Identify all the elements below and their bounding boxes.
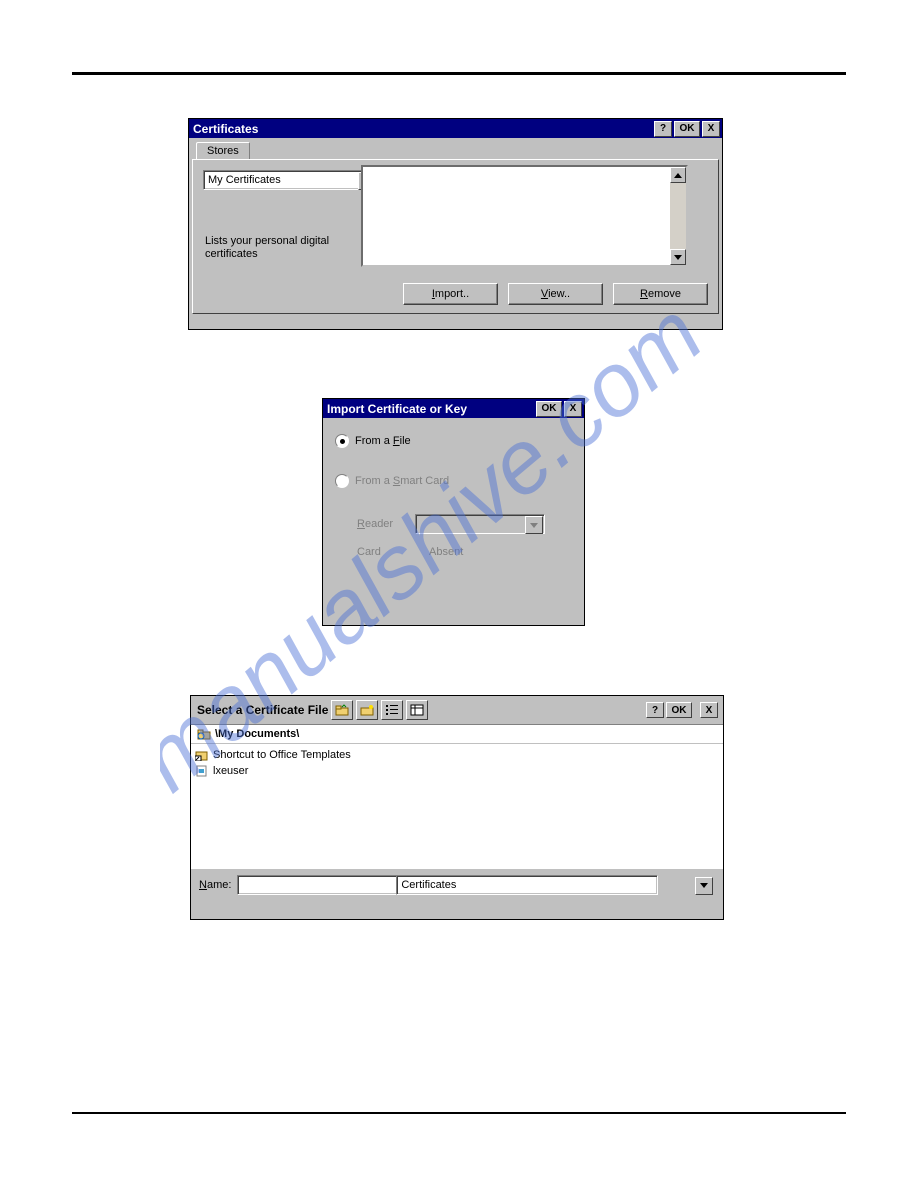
radio-label: From a Smart Card — [355, 475, 449, 487]
reader-row: Reader — [357, 514, 572, 534]
close-button[interactable]: X — [700, 702, 718, 718]
title-text: Select a Certificate File — [197, 703, 328, 717]
reader-label: Reader — [357, 518, 403, 530]
titlebar: Certificates ? OK X — [189, 119, 722, 138]
folder-open-icon — [197, 728, 211, 740]
folder-up-icon — [335, 704, 349, 716]
list-item[interactable]: Shortcut to Office Templates — [195, 747, 719, 763]
titlebar: Import Certificate or Key OK X — [323, 399, 584, 418]
scrollbar[interactable] — [670, 167, 686, 265]
card-status: Absent — [429, 546, 463, 558]
help-button[interactable]: ? — [646, 702, 664, 718]
title-text: Certificates — [193, 122, 258, 136]
ok-button[interactable]: OK — [674, 121, 700, 137]
folder-new-icon — [360, 704, 374, 716]
type-select[interactable] — [396, 875, 658, 895]
radio-from-file[interactable]: From a File — [335, 434, 572, 448]
list-view-button[interactable] — [381, 700, 403, 720]
ok-button[interactable]: OK — [666, 702, 692, 718]
radio-from-smartcard[interactable]: From a Smart Card — [335, 474, 572, 488]
radio-label: From a File — [355, 435, 411, 447]
store-description: Lists your personal digital certificates — [205, 235, 345, 261]
new-folder-button[interactable] — [356, 700, 378, 720]
ok-button[interactable]: OK — [536, 401, 562, 417]
scroll-up-button[interactable] — [670, 167, 686, 183]
list-view-icon — [385, 704, 399, 716]
list-item[interactable]: lxeuser — [195, 763, 719, 779]
radio-icon — [335, 474, 349, 488]
shortcut-icon — [195, 749, 209, 761]
path-text: \My Documents\ — [215, 728, 299, 740]
header-rule — [72, 72, 846, 75]
view-button[interactable]: View.. — [508, 283, 603, 305]
title-text: Import Certificate or Key — [327, 402, 467, 416]
import-button[interactable]: Import.. — [403, 283, 498, 305]
details-view-icon — [410, 704, 424, 716]
card-label: Card — [357, 546, 403, 558]
radio-icon — [335, 434, 349, 448]
store-select[interactable] — [203, 170, 378, 190]
certificates-dialog: Certificates ? OK X Stores Lists your pe… — [188, 118, 723, 330]
footer-rule — [72, 1112, 846, 1114]
remove-button[interactable]: Remove — [613, 283, 708, 305]
file-name: Shortcut to Office Templates — [213, 749, 351, 761]
close-button[interactable]: X — [702, 121, 720, 137]
reader-select — [415, 514, 545, 534]
card-row: Card Absent — [357, 546, 572, 558]
chevron-down-icon[interactable] — [695, 877, 713, 895]
tab-stores[interactable]: Stores — [196, 142, 250, 160]
file-name: lxeuser — [213, 765, 248, 777]
file-dialog: Select a Certificate File ? OK X \My Doc… — [190, 695, 724, 920]
titlebar: Select a Certificate File ? OK X — [191, 696, 723, 725]
close-button[interactable]: X — [564, 401, 582, 417]
up-folder-button[interactable] — [331, 700, 353, 720]
certificate-list[interactable] — [361, 165, 688, 267]
bottom-row: Name: Type: — [191, 868, 723, 900]
help-button[interactable]: ? — [654, 121, 672, 137]
chevron-down-icon — [525, 516, 543, 534]
details-view-button[interactable] — [406, 700, 428, 720]
path-bar: \My Documents\ — [191, 725, 723, 744]
import-dialog: Import Certificate or Key OK X From a Fi… — [322, 398, 585, 626]
name-label: Name: — [199, 879, 231, 891]
store-select-value[interactable] — [203, 170, 378, 190]
file-list[interactable]: Shortcut to Office Templates lxeuser — [191, 744, 723, 868]
scroll-down-button[interactable] — [670, 249, 686, 265]
file-icon — [195, 765, 209, 777]
